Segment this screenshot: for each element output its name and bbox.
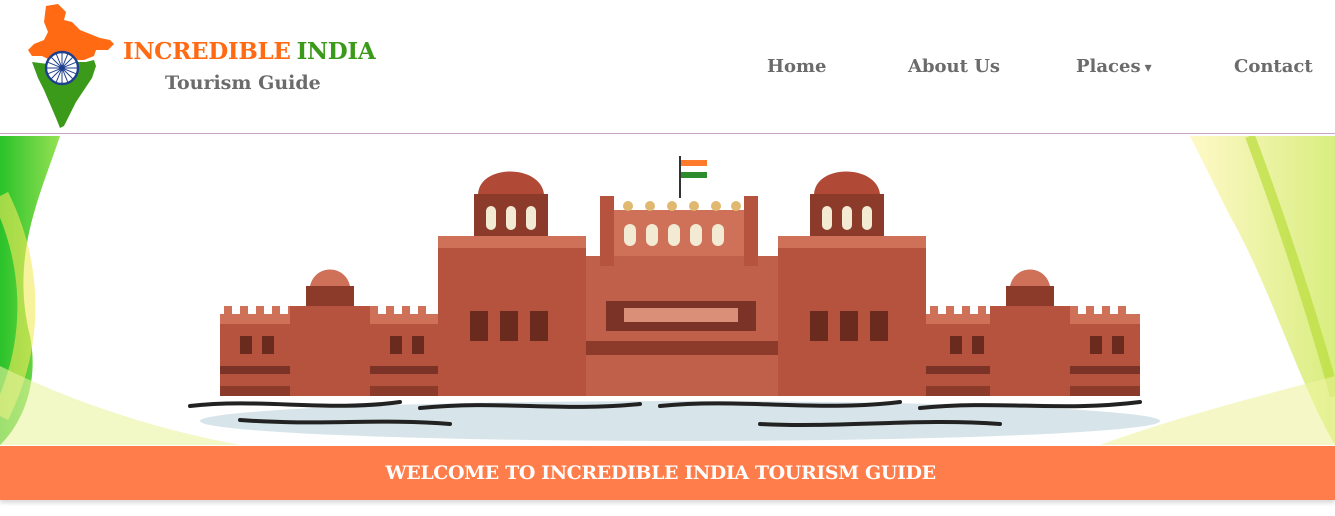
main-nav: Home About Us Places ▾ Contact <box>0 56 1335 80</box>
chevron-down-icon: ▾ <box>1144 60 1152 76</box>
welcome-text: WELCOME TO INCREDIBLE INDIA TOURISM GUID… <box>385 462 936 484</box>
hero-banner <box>0 136 1335 445</box>
nav-home-link[interactable]: Home <box>767 56 827 77</box>
red-fort-illustration <box>0 136 1335 445</box>
site-header: INCREDIBLE INDIA Tourism Guide Home About… <box>0 0 1335 134</box>
welcome-banner: WELCOME TO INCREDIBLE INDIA TOURISM GUID… <box>0 446 1335 500</box>
nav-places-label: Places <box>1076 56 1141 77</box>
nav-places-dropdown[interactable]: Places ▾ <box>1076 56 1152 77</box>
nav-contact-link[interactable]: Contact <box>1234 56 1313 77</box>
nav-about-us-link[interactable]: About Us <box>908 56 1000 77</box>
